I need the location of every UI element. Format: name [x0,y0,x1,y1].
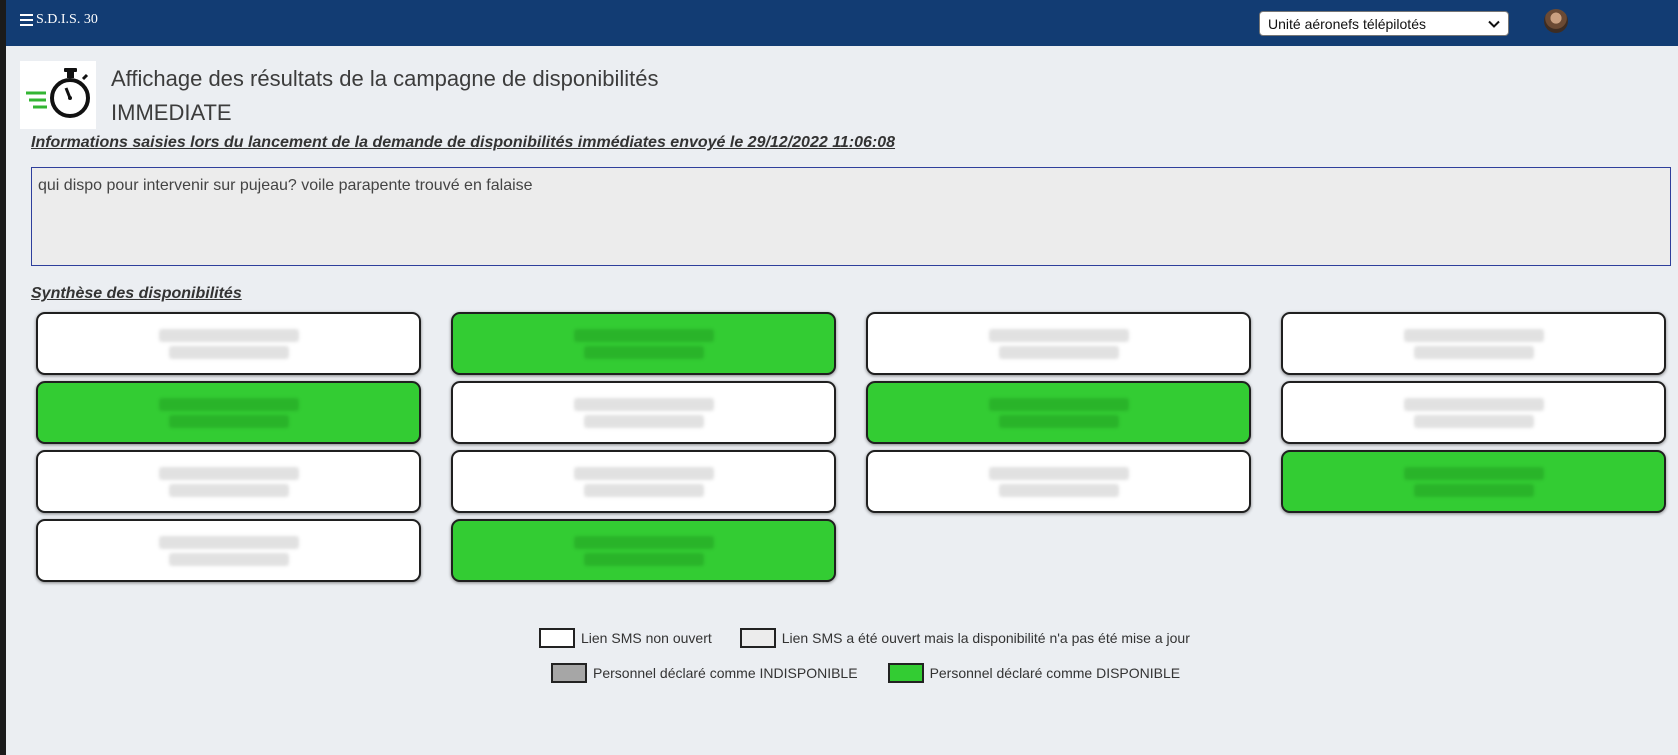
personnel-phone [1413,414,1534,428]
personnel-phone [1413,345,1534,359]
personnel-phone [998,345,1119,359]
personnel-name [158,328,299,342]
personnel-phone [998,483,1119,497]
personnel-name [1403,466,1544,480]
user-name[interactable] [1576,14,1676,28]
window-left-edge [0,0,6,755]
legend-label: Lien SMS non ouvert [581,630,712,646]
personnel-card[interactable] [451,312,836,375]
personnel-card[interactable] [451,519,836,582]
personnel-name [158,466,299,480]
personnel-card[interactable] [36,450,421,513]
personnel-name [988,397,1129,411]
legend-swatch-green [887,663,924,683]
personnel-card[interactable] [36,381,421,444]
personnel-card[interactable] [1281,381,1666,444]
availability-summary-heading: Synthèse des disponibilités [31,285,242,302]
personnel-name [988,466,1129,480]
legend-label: Lien SMS a été ouvert mais la disponibil… [781,630,1190,646]
brand-name[interactable]: S.D.I.S. 30 [36,12,98,28]
personnel-name [1403,328,1544,342]
personnel-name [573,397,714,411]
legend-row-sms: Lien SMS non ouvert Lien SMS a été ouver… [539,628,1190,648]
page-title: Affichage des résultats de la campagne d… [111,66,659,91]
personnel-card[interactable] [1281,312,1666,375]
personnel-name [158,397,299,411]
unit-select[interactable]: Unité aéronefs télépilotés [1259,11,1509,36]
personnel-card[interactable] [866,312,1251,375]
personnel-card[interactable] [866,381,1251,444]
personnel-card[interactable] [866,450,1251,513]
legend-item-sms-opened: Lien SMS a été ouvert mais la disponibil… [739,628,1190,648]
top-navbar: S.D.I.S. 30 Unité aéronefs télépilotés [6,0,1678,46]
legend-label: Personnel déclaré comme INDISPONIBLE [593,665,858,681]
personnel-card[interactable] [451,381,836,444]
legend-row-status: Personnel déclaré comme INDISPONIBLE Per… [551,663,1180,683]
personnel-card[interactable] [36,312,421,375]
request-info-heading: Informations saisies lors du lancement d… [31,134,896,151]
personnel-phone [168,345,289,359]
personnel-name [573,535,714,549]
personnel-name [988,328,1129,342]
legend-item-unavailable: Personnel déclaré comme INDISPONIBLE [551,663,858,683]
user-avatar[interactable] [1544,9,1568,33]
personnel-phone [583,483,704,497]
personnel-grid [36,312,1667,582]
personnel-phone [583,414,704,428]
personnel-name [1403,397,1544,411]
request-message-box: qui dispo pour intervenir sur pujeau? vo… [31,167,1671,266]
personnel-phone [583,552,704,566]
personnel-name [573,328,714,342]
personnel-card[interactable] [36,519,421,582]
personnel-phone [168,414,289,428]
legend-swatch-gray [551,663,587,683]
personnel-phone [168,483,289,497]
personnel-name [573,466,714,480]
personnel-name [158,535,299,549]
unit-select-value: Unité aéronefs télépilotés [1268,15,1426,32]
legend-swatch-white [539,628,575,648]
legend-item-available: Personnel déclaré comme DISPONIBLE [887,663,1181,683]
personnel-phone [998,414,1119,428]
personnel-phone [583,345,704,359]
personnel-card[interactable] [1281,450,1666,513]
personnel-phone [168,552,289,566]
personnel-phone [1413,483,1534,497]
personnel-card[interactable] [451,450,836,513]
legend-label: Personnel déclaré comme DISPONIBLE [929,665,1181,681]
legend-swatch-light-gray [739,628,776,648]
stopwatch-icon [20,61,96,129]
hamburger-menu-icon[interactable] [20,14,33,26]
page-subtitle: IMMEDIATE [111,100,232,125]
chevron-down-icon [1488,20,1500,28]
legend-item-sms-not-opened: Lien SMS non ouvert [539,628,712,648]
